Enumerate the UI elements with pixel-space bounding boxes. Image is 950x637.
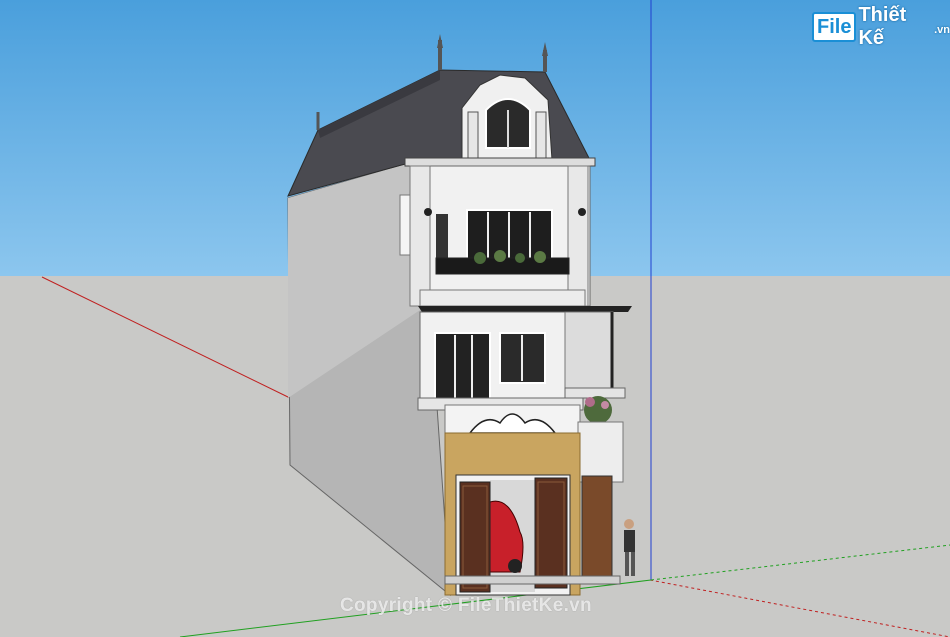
canopy	[418, 306, 632, 312]
side-door	[581, 475, 613, 577]
logo-badge: File	[812, 12, 857, 42]
copyright-watermark: Copyright © FileThietKe.vn	[340, 595, 592, 616]
building-render	[0, 0, 950, 637]
right-door	[534, 477, 568, 589]
logo-tld: .vn	[934, 24, 950, 36]
scene-viewport: File Thiết Kế .vn Copyright © FileThietK…	[0, 0, 950, 637]
person	[624, 519, 634, 529]
logo-text: Thiết Kế	[858, 4, 907, 49]
site-logo: File Thiết Kế .vn	[812, 4, 950, 49]
